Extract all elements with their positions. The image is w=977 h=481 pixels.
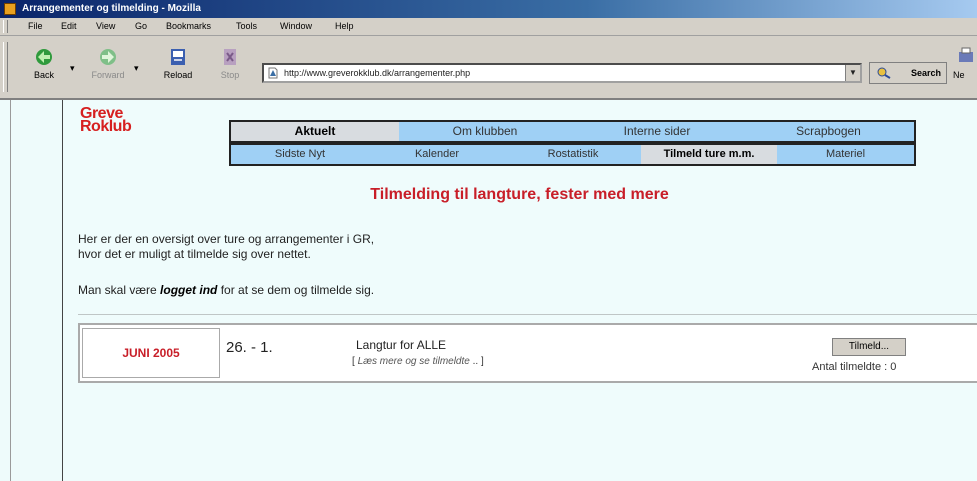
site-logo[interactable]: Greve Roklub — [80, 106, 132, 135]
menu-view[interactable]: View — [96, 18, 115, 35]
login-text-pre: Man skal være — [78, 283, 161, 297]
search-magnifier-icon — [877, 67, 891, 79]
menu-go[interactable]: Go — [135, 18, 147, 35]
event-more-info: [ Læs mere og se tilmeldte .. ] — [352, 356, 484, 367]
nav-tab-aktuelt[interactable]: Aktuelt — [231, 122, 399, 141]
back-label: Back — [33, 70, 54, 80]
search-button[interactable]: Search — [869, 62, 947, 84]
intro-line-2: hvor det er muligt at tilmelde sig over … — [78, 247, 311, 261]
menu-bar: File Edit View Go Bookmarks Tools Window… — [0, 18, 977, 36]
subnav-tilmeld-ture[interactable]: Tilmeld ture m.m. — [641, 145, 777, 164]
stop-button[interactable]: Stop — [208, 44, 252, 94]
login-emphasis: logget ind — [160, 283, 218, 297]
navigation-toolbar: Back ▾ Forward ▾ Reload Stop http://www.… — [0, 36, 977, 100]
page-icon — [268, 67, 278, 79]
subnav-sidste-nyt[interactable]: Sidste Nyt — [231, 145, 369, 164]
event-month: JUNI 2005 — [82, 328, 220, 378]
content-divider — [78, 314, 977, 315]
intro-text: Her er der en oversigt over ture og arra… — [78, 232, 374, 262]
window-titlebar: Arrangementer og tilmelding - Mozilla — [0, 0, 977, 18]
menu-bookmarks[interactable]: Bookmarks — [166, 18, 211, 35]
event-title: Langtur for ALLE — [356, 338, 447, 352]
menu-window[interactable]: Window — [280, 18, 312, 35]
more-bracket-close: .. ] — [469, 356, 484, 367]
stop-label: Stop — [220, 70, 240, 80]
menu-tools[interactable]: Tools — [236, 18, 257, 35]
menu-help[interactable]: Help — [335, 18, 354, 35]
subnav-materiel[interactable]: Materiel — [777, 145, 914, 164]
menu-file[interactable]: File — [28, 18, 43, 35]
back-arrow-icon — [36, 49, 52, 65]
reload-icon — [171, 49, 185, 65]
forward-button[interactable]: Forward — [86, 44, 130, 94]
reload-label: Reload — [163, 70, 193, 80]
event-dates: 26. - 1. — [226, 339, 273, 356]
main-nav-row: Aktuelt Om klubben Interne sider Scrapbo… — [231, 122, 914, 141]
subnav-rostatistik[interactable]: Rostatistik — [505, 145, 641, 164]
window-title: Arrangementer og tilmelding - Mozilla — [22, 3, 201, 14]
viewport-left-border — [10, 100, 11, 481]
url-history-dropdown-icon[interactable]: ▼ — [845, 65, 860, 81]
page-title: Tilmelding til langture, fester med mere — [370, 186, 669, 203]
search-label: Search — [910, 68, 941, 78]
menubar-grip[interactable] — [3, 20, 8, 33]
nav-tab-interne-sider[interactable]: Interne sider — [571, 122, 743, 141]
nav-tab-om-klubben[interactable]: Om klubben — [399, 122, 571, 141]
signup-button[interactable]: Tilmeld... — [832, 338, 906, 356]
event-row: JUNI 2005 26. - 1. Langtur for ALLE [ Læ… — [78, 323, 977, 383]
site-navigation: Aktuelt Om klubben Interne sider Scrapbo… — [229, 120, 916, 166]
forward-arrow-icon — [100, 49, 116, 65]
url-text[interactable]: http://www.greverokklub.dk/arrangementer… — [284, 65, 470, 81]
subnav-kalender[interactable]: Kalender — [369, 145, 505, 164]
menu-edit[interactable]: Edit — [61, 18, 77, 35]
next-toolbar-button[interactable]: Ne — [953, 44, 977, 94]
signup-count: Antal tilmeldte : 0 — [812, 361, 897, 373]
print-icon — [959, 47, 973, 62]
mozilla-app-icon — [4, 3, 16, 15]
back-dropdown-icon[interactable]: ▾ — [70, 64, 75, 74]
back-button[interactable]: Back — [22, 44, 66, 94]
logo-line-2: Roklub — [80, 118, 132, 135]
login-notice: Man skal være logget ind for at se dem o… — [78, 283, 374, 297]
next-button-label: Ne — [953, 70, 965, 80]
login-text-post: for at se dem og tilmelde sig. — [217, 283, 375, 297]
url-bar[interactable]: http://www.greverokklub.dk/arrangementer… — [262, 63, 862, 83]
intro-line-1: Her er der en oversigt over ture og arra… — [78, 232, 375, 246]
event-read-more-link[interactable]: Læs mere og se tilmeldte — [358, 356, 470, 367]
nav-tab-scrapbogen[interactable]: Scrapbogen — [743, 122, 914, 141]
sub-nav-row: Sidste Nyt Kalender Rostatistik Tilmeld … — [231, 145, 914, 164]
reload-button[interactable]: Reload — [156, 44, 200, 94]
toolbar-grip[interactable] — [3, 42, 8, 92]
stop-icon — [224, 49, 236, 65]
forward-label: Forward — [91, 70, 125, 80]
forward-dropdown-icon[interactable]: ▾ — [134, 64, 139, 74]
